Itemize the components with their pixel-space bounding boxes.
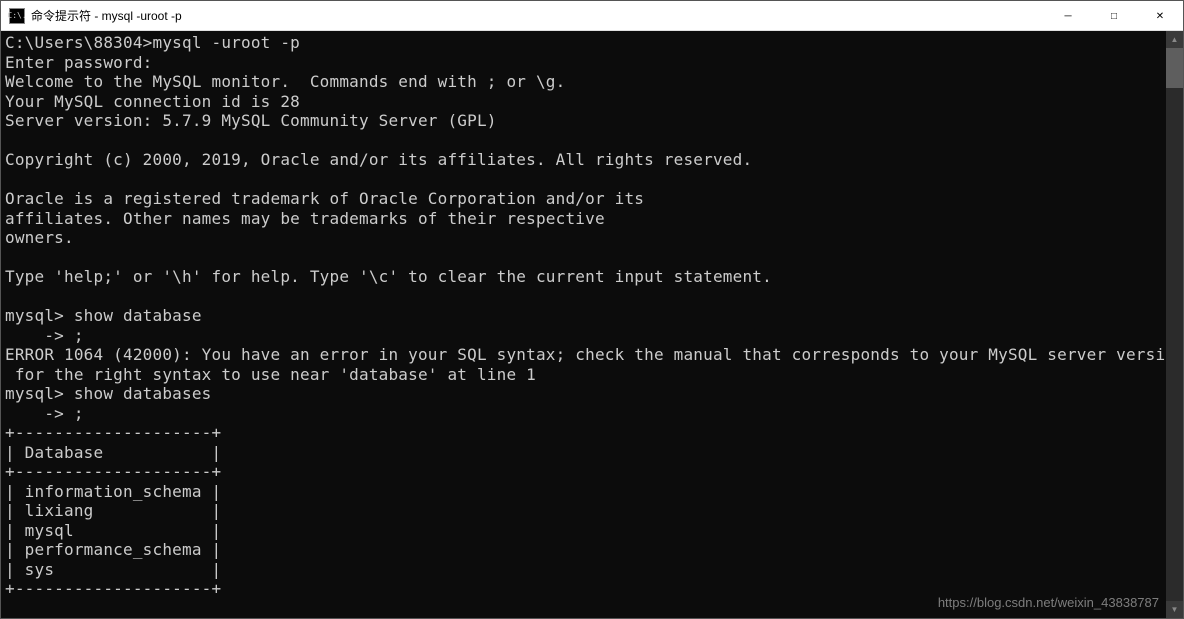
scroll-thumb[interactable] [1166,48,1183,88]
window-frame: C:\. 命令提示符 - mysql -uroot -p ─ □ ✕ C:\Us… [0,0,1184,619]
window-controls: ─ □ ✕ [1045,1,1183,30]
titlebar[interactable]: C:\. 命令提示符 - mysql -uroot -p ─ □ ✕ [1,1,1183,31]
scroll-up-button[interactable]: ▲ [1166,31,1183,48]
close-button[interactable]: ✕ [1137,1,1183,31]
maximize-button[interactable]: □ [1091,1,1137,31]
terminal-area: C:\Users\88304>mysql -uroot -p Enter pas… [1,31,1183,618]
terminal-output[interactable]: C:\Users\88304>mysql -uroot -p Enter pas… [1,31,1166,618]
vertical-scrollbar[interactable]: ▲ ▼ [1166,31,1183,618]
window-title: 命令提示符 - mysql -uroot -p [31,7,1045,24]
scroll-down-button[interactable]: ▼ [1166,601,1183,618]
minimize-button[interactable]: ─ [1045,1,1091,31]
cmd-icon: C:\. [9,8,25,24]
